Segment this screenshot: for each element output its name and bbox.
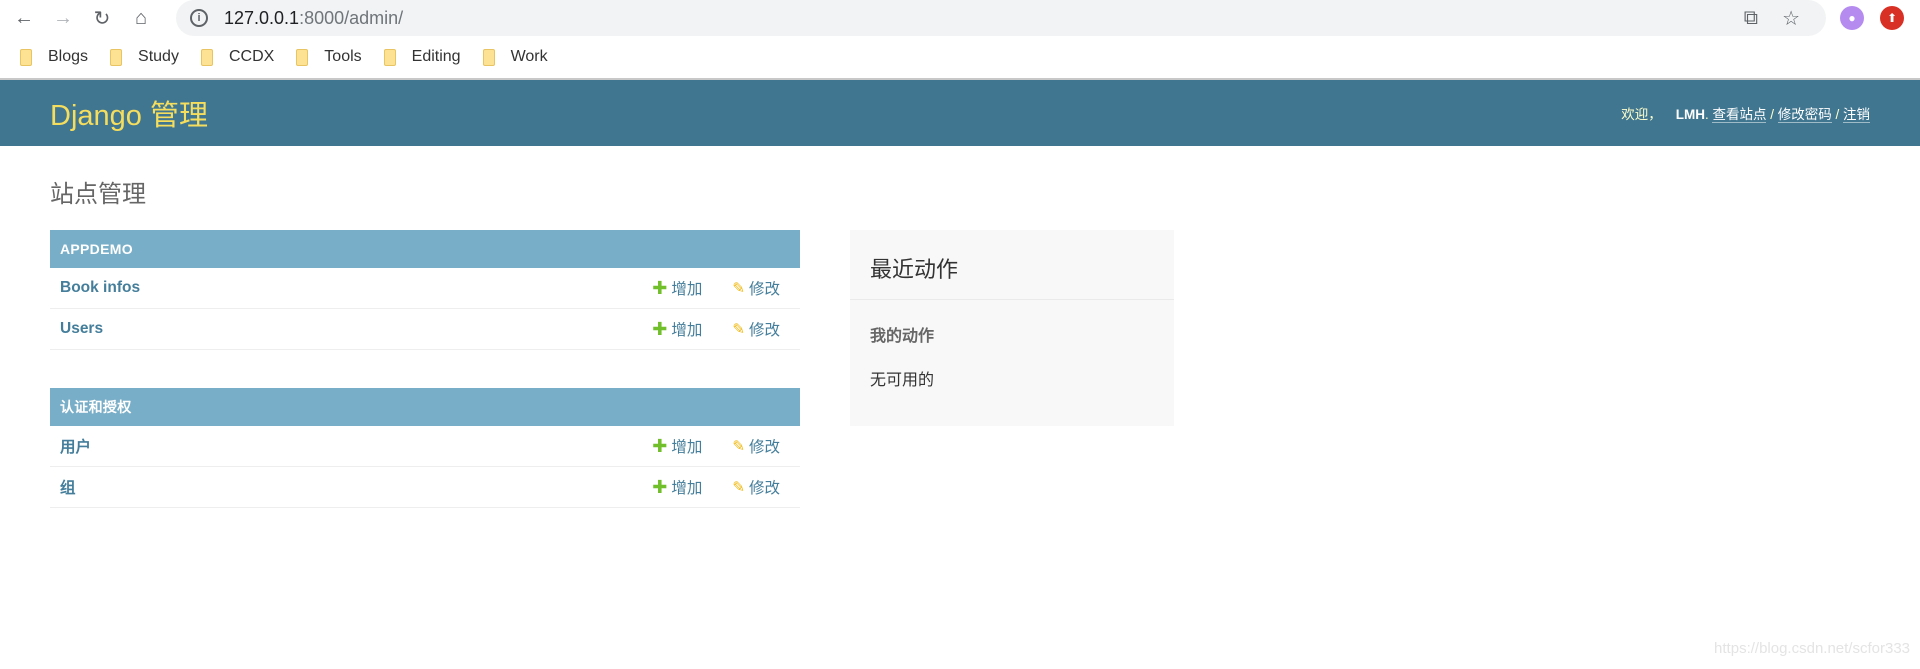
username: LMH xyxy=(1675,107,1705,122)
add-button[interactable]: ✚ 增加 xyxy=(652,277,702,299)
add-label: 增加 xyxy=(671,480,703,497)
pencil-icon: ✎ xyxy=(732,438,745,455)
add-button[interactable]: ✚ 增加 xyxy=(652,476,702,498)
change-button[interactable]: ✎ 修改 xyxy=(732,435,780,457)
plus-icon: ✚ xyxy=(652,476,668,497)
back-icon[interactable]: ← xyxy=(9,7,39,30)
add-button[interactable]: ✚ 增加 xyxy=(652,318,702,340)
recent-actions-panel: 最近动作 我的动作 无可用的 xyxy=(850,230,1174,426)
separator: / xyxy=(1766,107,1778,122)
change-label: 修改 xyxy=(748,439,780,456)
module-title[interactable]: APPDEMO xyxy=(50,230,800,268)
change-label: 修改 xyxy=(748,480,780,497)
change-label: 修改 xyxy=(748,281,780,298)
url-host: 127.0.0.1 xyxy=(224,7,300,28)
model-link-book-infos[interactable]: Book infos xyxy=(60,279,622,297)
recent-actions-title: 最近动作 xyxy=(850,230,1174,300)
extension-upload-icon[interactable]: ⬆ xyxy=(1880,6,1904,30)
bookmark-label: Blogs xyxy=(48,48,89,65)
bookmark-label: Editing xyxy=(411,48,461,65)
change-button[interactable]: ✎ 修改 xyxy=(732,277,780,299)
table-row: 用户 ✚ 增加 ✎ 修改 xyxy=(50,426,800,467)
pencil-icon: ✎ xyxy=(732,479,745,496)
profile-avatar-icon[interactable]: ● xyxy=(1840,6,1864,30)
plus-icon: ✚ xyxy=(652,318,668,339)
bookmark-label: Study xyxy=(138,48,179,65)
bookmark-label: Tools xyxy=(324,48,362,65)
url-path: :8000/admin/ xyxy=(299,7,404,28)
view-site-link[interactable]: 查看站点 xyxy=(1712,107,1767,123)
pencil-icon: ✎ xyxy=(732,280,745,297)
module-title[interactable]: 认证和授权 xyxy=(50,388,800,426)
model-link-group[interactable]: 组 xyxy=(60,476,622,498)
welcome-text: 欢迎， xyxy=(1621,107,1662,122)
plus-icon: ✚ xyxy=(652,435,668,456)
content: 站点管理 APPDEMO Book infos ✚ 增加 ✎ 修改 Users ✚ 增… xyxy=(50,147,1174,508)
module-auth: 认证和授权 用户 ✚ 增加 ✎ 修改 组 ✚ 增加 ✎ 修改 xyxy=(50,388,800,508)
folder-icon xyxy=(110,48,123,66)
home-icon[interactable]: ⌂ xyxy=(126,7,156,30)
table-row: Book infos ✚ 增加 ✎ 修改 xyxy=(50,268,800,309)
module-appdemo: APPDEMO Book infos ✚ 增加 ✎ 修改 Users ✚ 增加 ✎ 修改 xyxy=(50,230,800,350)
bookmark-tools[interactable]: Tools xyxy=(296,48,362,66)
my-actions-title: 我的动作 xyxy=(870,328,935,345)
change-button[interactable]: ✎ 修改 xyxy=(732,476,780,498)
site-brand[interactable]: Django 管理 xyxy=(50,92,208,134)
star-icon[interactable]: ☆ xyxy=(1782,6,1800,31)
forward-icon[interactable]: → xyxy=(48,7,78,30)
info-icon[interactable]: i xyxy=(190,9,208,27)
add-label: 增加 xyxy=(671,439,703,456)
folder-icon xyxy=(200,48,213,66)
model-link-user[interactable]: 用户 xyxy=(60,435,622,457)
no-actions-text: 无可用的 xyxy=(870,372,935,389)
watermark: https://blog.csdn.net/scfor333 xyxy=(1714,640,1910,657)
folder-icon xyxy=(482,48,495,66)
folder-icon xyxy=(296,48,309,66)
logout-link[interactable]: 注销 xyxy=(1843,107,1870,123)
change-button[interactable]: ✎ 修改 xyxy=(732,318,780,340)
page-title: 站点管理 xyxy=(50,181,146,208)
bookmark-label: CCDX xyxy=(228,48,275,65)
plus-icon: ✚ xyxy=(652,277,668,298)
bookmark-blogs[interactable]: Blogs xyxy=(20,48,88,66)
bookmark-work[interactable]: Work xyxy=(482,48,548,66)
folder-icon xyxy=(20,48,32,66)
folder-icon xyxy=(383,48,396,66)
model-link-users[interactable]: Users xyxy=(60,320,622,338)
add-label: 增加 xyxy=(671,322,703,339)
change-password-link[interactable]: 修改密码 xyxy=(1777,107,1832,123)
bookmark-editing[interactable]: Editing xyxy=(383,48,461,66)
bookmark-ccdx[interactable]: CCDX xyxy=(200,48,275,66)
reload-icon[interactable]: ↻ xyxy=(87,6,117,31)
bookmarks-bar: Blogs Study CCDX Tools Editing Work xyxy=(0,36,1920,80)
add-button[interactable]: ✚ 增加 xyxy=(652,435,702,457)
bookmark-label: Work xyxy=(510,48,548,65)
pencil-icon: ✎ xyxy=(732,321,745,338)
admin-header: Django 管理 欢迎， LMH. 查看站点 / 修改密码 / 注销 xyxy=(0,80,1920,146)
bookmark-study[interactable]: Study xyxy=(110,48,179,66)
add-label: 增加 xyxy=(671,281,703,298)
address-bar[interactable]: i 127.0.0.1:8000/admin/ ⧉ ☆ xyxy=(176,0,1826,36)
change-label: 修改 xyxy=(748,322,780,339)
translate-icon[interactable]: ⧉ xyxy=(1744,7,1758,30)
separator: / xyxy=(1831,107,1843,122)
user-tools: 欢迎， LMH. 查看站点 / 修改密码 / 注销 xyxy=(1621,103,1870,123)
table-row: 组 ✚ 增加 ✎ 修改 xyxy=(50,467,800,508)
table-row: Users ✚ 增加 ✎ 修改 xyxy=(50,309,800,350)
browser-toolbar: ← → ↻ ⌂ i 127.0.0.1:8000/admin/ ⧉ ☆ ● ⬆ xyxy=(0,0,1920,36)
